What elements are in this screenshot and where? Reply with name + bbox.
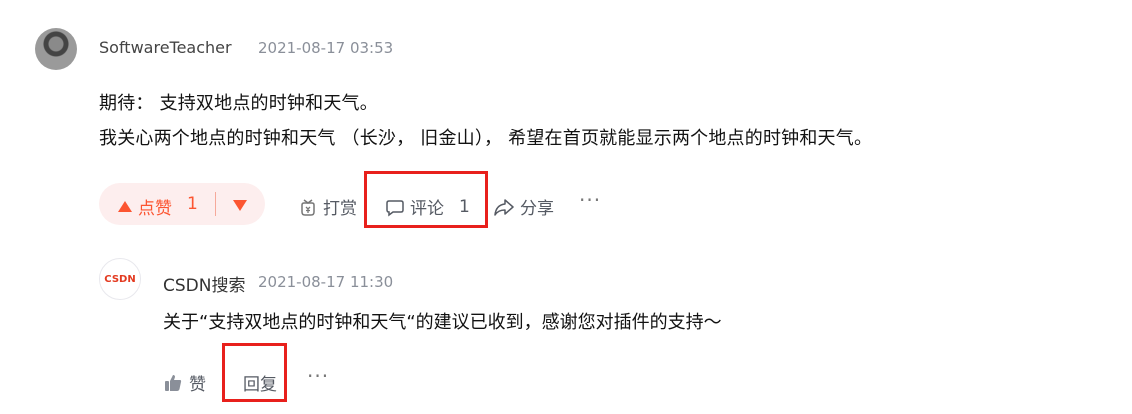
reply-username[interactable]: CSDN搜索 <box>163 271 245 296</box>
reply-more-options-icon[interactable]: ··· <box>307 364 329 388</box>
csdn-logo-avatar[interactable]: CSDN <box>99 258 141 300</box>
reply-text: 关于“支持双地点的时钟和天气“的建议已收到，感谢您对插件的支持～ <box>163 312 722 333</box>
vote-divider <box>215 192 216 216</box>
share-icon <box>493 197 515 217</box>
reply-button[interactable]: 回复 <box>243 370 277 395</box>
share-button[interactable]: 分享 <box>493 194 554 219</box>
upvote-button[interactable]: 点赞 <box>118 194 172 219</box>
comment-timestamp: 2021-08-17 03:53 <box>258 39 394 57</box>
share-label: 分享 <box>520 199 554 219</box>
reward-button[interactable]: 打赏 <box>298 194 357 219</box>
reward-icon <box>298 197 318 217</box>
thumbs-up-icon <box>163 373 183 393</box>
upvote-label: 点赞 <box>138 199 172 219</box>
highlight-box-comment <box>364 171 488 228</box>
upvote-count: 1 <box>187 194 198 214</box>
downvote-arrow-icon[interactable] <box>233 200 247 211</box>
reward-label: 打赏 <box>323 199 357 219</box>
upvote-arrow-icon <box>118 201 132 212</box>
reply-like-button[interactable]: 赞 <box>163 370 206 395</box>
more-options-icon[interactable]: ··· <box>579 188 601 212</box>
comment-username[interactable]: SoftwareTeacher <box>99 38 232 57</box>
reply-like-label: 赞 <box>189 375 206 395</box>
comment-text-line-1: 期待： 支持双地点的时钟和天气。 <box>99 93 378 114</box>
comment-text-line-2: 我关心两个地点的时钟和天气 （长沙， 旧金山）， 希望在首页就能显示两个地点的时… <box>99 128 873 149</box>
user-avatar[interactable] <box>35 28 77 70</box>
reply-timestamp: 2021-08-17 11:30 <box>258 273 394 291</box>
